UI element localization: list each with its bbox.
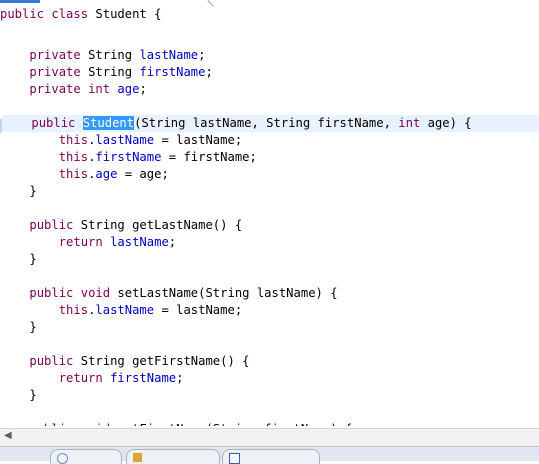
code-line[interactable]: public String getFirstName() { [0,353,250,370]
code-token: setFirstName(String firstName) { [117,422,352,426]
bottom-tab-2[interactable] [126,449,220,464]
code-token: ; [198,48,206,62]
code-line[interactable]: private String firstName; [0,64,213,81]
code-line[interactable]: this.age = age; [0,166,169,183]
keyword-token: this [58,303,89,317]
code-line[interactable]: this.firstName = firstName; [0,149,257,166]
keyword-token: int [398,116,428,130]
code-token: String [88,65,140,79]
code-line[interactable]: return firstName; [0,370,184,387]
code-token: } [0,252,37,266]
code-token: String getLastName() { [80,218,243,232]
bottom-tab-1[interactable] [50,449,122,464]
field-token: firstName [95,150,162,164]
code-token: ; [139,82,147,96]
keyword-token: return [58,235,111,249]
field-token: lastName [95,303,155,317]
keyword-token: public [29,422,80,426]
code-line[interactable]: public class Student { [0,6,161,23]
field-token: lastName [139,48,199,62]
keyword-token: int [88,82,118,96]
keyword-token: public [29,354,81,368]
code-token: = age; [117,167,169,181]
code-token: ; [205,65,213,79]
code-token: = firstName; [161,150,257,164]
keyword-token: public [0,7,52,21]
code-token: = lastName; [154,133,243,147]
code-token: setLastName(String lastName) { [117,286,338,300]
keyword-token: public [31,116,83,130]
keyword-token: void [80,286,118,300]
horizontal-scrollbar[interactable]: ◀ [0,428,539,446]
keyword-token: this [58,150,89,164]
code-line-current[interactable]: public Student(String lastName, String f… [2,115,539,132]
code-token: Student { [95,7,162,21]
field-token: lastName [95,133,155,147]
code-token: ; [176,371,184,385]
field-token: age [95,167,118,181]
keyword-token: this [58,167,89,181]
keyword-token: class [51,7,96,21]
active-tab-indicator [0,0,40,3]
code-token: ; [168,235,177,249]
keyword-token: public [29,218,81,232]
keyword-token: public [29,286,81,300]
code-line[interactable]: public void setFirstName(String firstNam… [0,421,352,426]
code-line[interactable]: public void setLastName(String lastName)… [0,285,338,302]
code-line[interactable]: } [0,183,37,200]
code-token: } [0,320,37,334]
code-token: age) { [427,116,472,130]
scroll-left-icon[interactable]: ◀ [4,430,12,441]
keyword-token: private [29,65,89,79]
bottom-panel-tabs [0,446,539,464]
code-token: } [0,388,37,402]
code-line[interactable]: public String getLastName() { [0,217,242,234]
field-token: age [117,82,140,96]
keyword-token: this [58,133,89,147]
code-line[interactable]: } [0,387,37,404]
code-token: String getFirstName() { [80,354,250,368]
code-line[interactable]: } [0,319,37,336]
field-token: lastName [110,235,169,249]
code-line[interactable]: private int age; [0,81,147,98]
code-editor[interactable]: public class Student { private String la… [0,6,539,426]
tab-icon [57,453,68,464]
code-line[interactable]: return lastName; [0,234,176,251]
keyword-token: void [81,422,118,426]
keyword-token: return [58,371,111,385]
code-token: } [0,184,37,198]
code-token: String [88,48,140,62]
code-line[interactable]: this.lastName = lastName; [0,302,242,319]
code-line[interactable]: this.lastName = lastName; [0,132,242,149]
code-line[interactable]: } [0,251,37,268]
code-line[interactable]: private String lastName; [0,47,205,64]
field-token: firstName [110,371,177,385]
code-token: = lastName; [154,303,243,317]
selected-token: Student [82,116,135,130]
field-token: firstName [139,65,206,79]
keyword-token: private [29,48,89,62]
tab-icon [229,453,240,464]
tab-icon [133,453,142,462]
keyword-token: private [29,82,89,96]
bottom-tab-3[interactable] [222,449,320,464]
code-token: (String lastName, String firstName, [134,116,399,130]
